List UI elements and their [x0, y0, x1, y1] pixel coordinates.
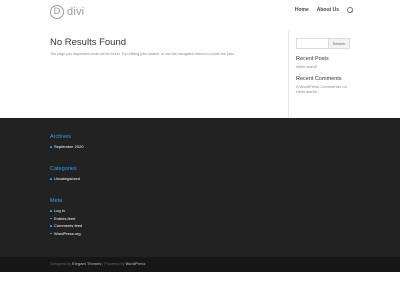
site-logo[interactable]: D divi	[50, 4, 84, 20]
credits-designed-by: Designed by	[50, 262, 72, 266]
main-area: No Results Found The page you requested …	[0, 23, 400, 118]
search-button[interactable]: Search	[329, 38, 350, 49]
categories-widget: Categories Uncategorized	[50, 166, 80, 183]
sidebar: Search Recent Posts Hello world! Recent …	[296, 38, 350, 94]
search-icon[interactable]	[347, 7, 353, 13]
logo-text: divi	[67, 6, 85, 18]
site-header: D divi Home About Us	[0, 0, 400, 23]
archives-title: Archives	[50, 134, 72, 140]
meta-widget: Meta Log in Entries feed Comments feed W…	[50, 198, 82, 237]
archive-link[interactable]: September 2020	[50, 143, 84, 151]
search-input[interactable]	[296, 38, 329, 49]
meta-title: Meta	[50, 198, 63, 204]
recent-comment-post[interactable]: Hello world!	[296, 89, 350, 94]
credits-powered-by: | Powered by	[102, 262, 125, 266]
footer-bottom-bar: Designed by Elegant Themes | Powered by …	[0, 257, 400, 272]
recent-posts-title: Recent Posts	[296, 56, 329, 62]
nav-item-about-us[interactable]: About Us	[317, 7, 339, 13]
credits-wordpress-link[interactable]: WordPress	[126, 262, 146, 266]
page-background	[0, 272, 400, 300]
meta-link-wordpress[interactable]: WordPress.org	[50, 230, 82, 238]
footer-widgets: Archives September 2020 Categories Uncat…	[0, 118, 400, 257]
recent-post-link[interactable]: Hello world!	[296, 64, 350, 69]
meta-link-comments-feed[interactable]: Comments feed	[50, 222, 82, 230]
sidebar-divider	[288, 31, 289, 118]
logo-mark-icon: D	[50, 5, 64, 19]
search-widget: Search	[296, 38, 350, 49]
page-title: No Results Found	[50, 37, 127, 48]
footer-credits: Designed by Elegant Themes | Powered by …	[50, 262, 146, 266]
main-nav: Home About Us	[287, 7, 353, 13]
meta-link-login[interactable]: Log in	[50, 207, 82, 215]
archives-widget: Archives September 2020	[50, 134, 84, 151]
nav-item-home[interactable]: Home	[295, 7, 309, 13]
category-link[interactable]: Uncategorized	[50, 175, 80, 183]
recent-comments-title: Recent Comments	[296, 76, 342, 82]
credits-elegant-themes-link[interactable]: Elegant Themes	[72, 262, 101, 266]
content: No Results Found The page you requested …	[50, 37, 280, 56]
meta-link-entries-feed[interactable]: Entries feed	[50, 215, 82, 223]
not-found-message: The page you requested could not be foun…	[50, 52, 235, 56]
categories-title: Categories	[50, 166, 77, 172]
